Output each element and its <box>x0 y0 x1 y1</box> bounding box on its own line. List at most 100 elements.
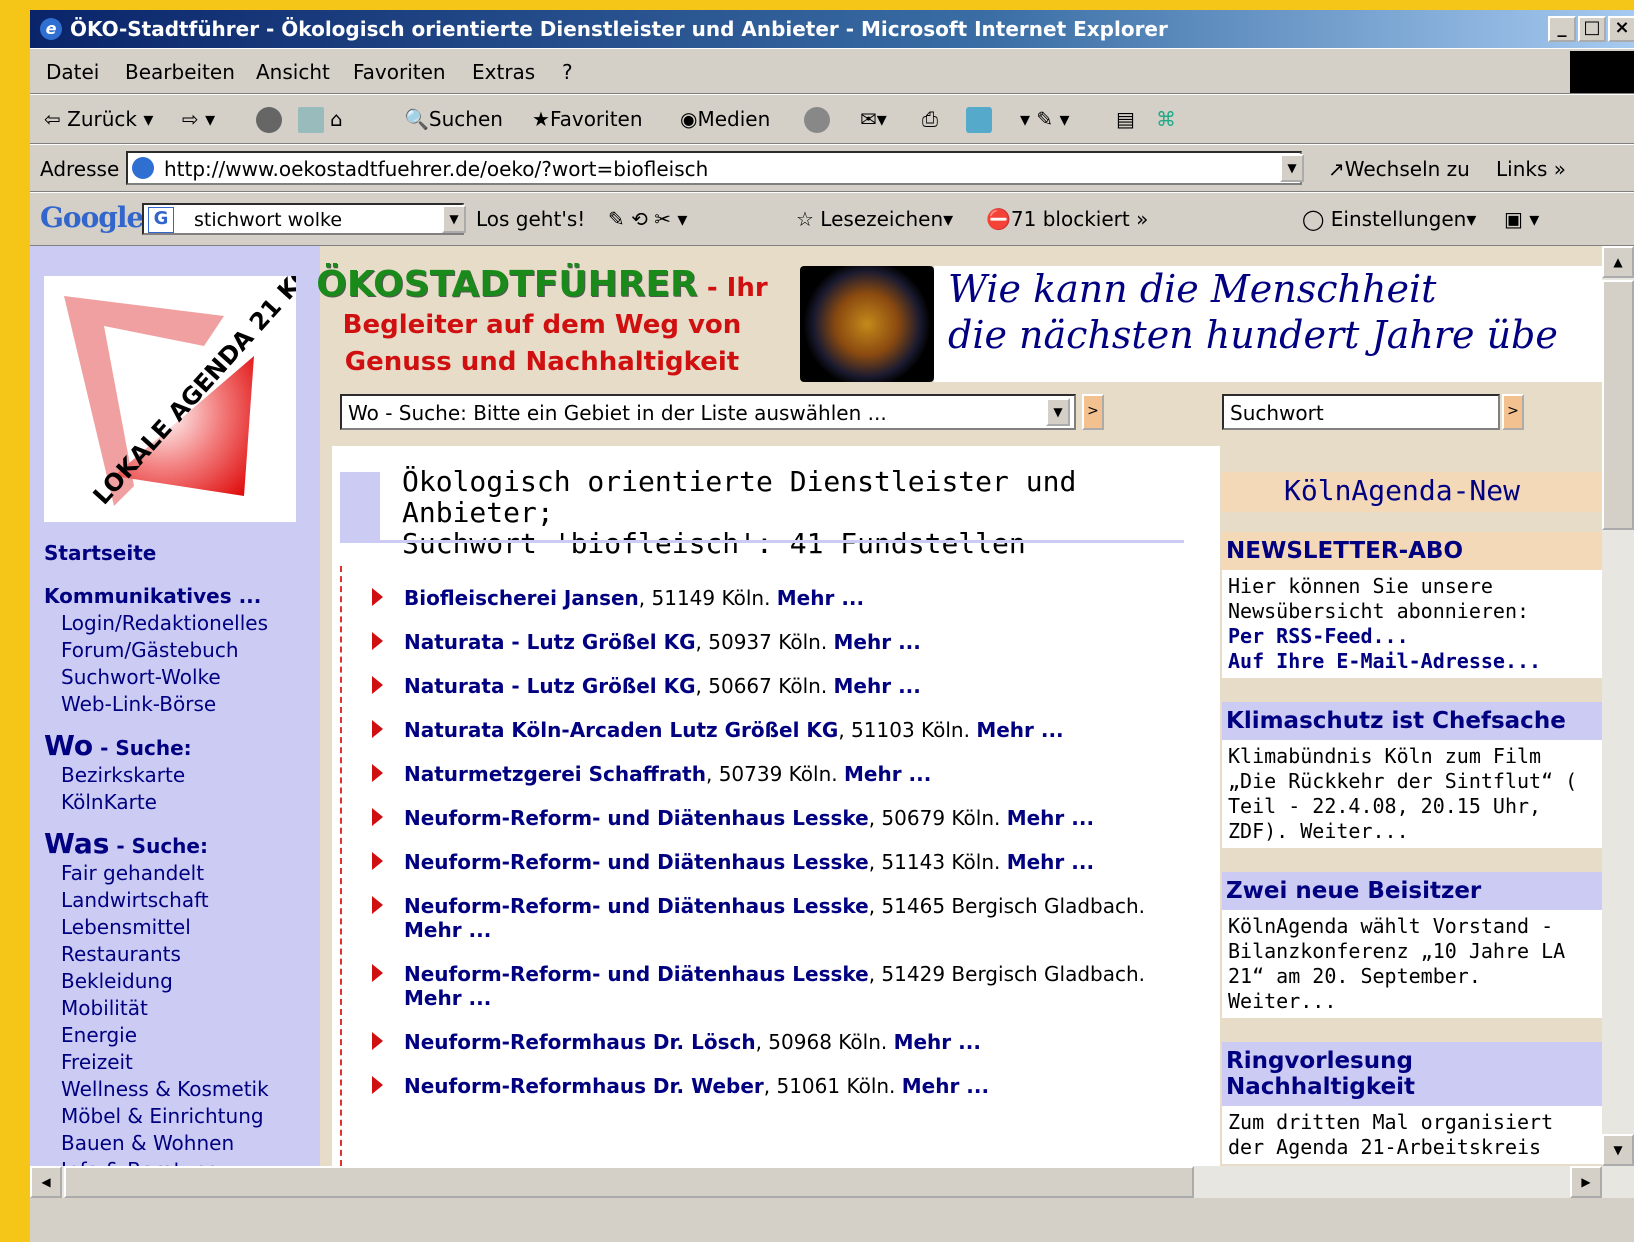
links-button[interactable]: Links » <box>1496 157 1566 181</box>
menu-datei[interactable]: Datei <box>46 60 99 84</box>
refresh-icon[interactable] <box>298 107 324 133</box>
wo-search-select[interactable]: Wo - Suche: Bitte ein Gebiet in der List… <box>340 394 1076 430</box>
horizontal-scrollbar[interactable]: ◀ ▶ <box>30 1166 1634 1198</box>
result-name[interactable]: Naturata - Lutz Größel KG <box>404 630 696 654</box>
nav-info[interactable]: Info & Beratung <box>44 1157 320 1166</box>
vertical-scroll-thumb[interactable] <box>1602 280 1634 530</box>
go-button[interactable]: ↗Wechseln zu <box>1328 157 1470 181</box>
search-button[interactable]: 🔍Suchen <box>404 107 503 131</box>
result-name[interactable]: Neuform-Reform- und Diätenhaus Lesske <box>404 962 869 986</box>
wo-search-go-button[interactable]: > <box>1082 394 1104 430</box>
close-button[interactable]: × <box>1608 16 1634 42</box>
result-name[interactable]: Naturata - Lutz Größel KG <box>404 674 696 698</box>
horizontal-scroll-thumb[interactable] <box>64 1166 1194 1198</box>
result-name[interactable]: Neuform-Reformhaus Dr. Weber <box>404 1074 764 1098</box>
nav-mobilitaet[interactable]: Mobilität <box>44 995 320 1022</box>
more-link[interactable]: Mehr ... <box>902 1074 989 1098</box>
address-input[interactable]: http://www.oekostadtfuehrer.de/oeko/?wor… <box>126 151 1302 185</box>
beisitzer-heading[interactable]: Zwei neue Beisitzer <box>1222 872 1602 910</box>
result-name[interactable]: Neuform-Reform- und Diätenhaus Lesske <box>404 850 869 874</box>
settings-button[interactable]: ◯ Einstellungen▾ <box>1302 207 1476 231</box>
list-item: Neuform-Reform- und Diätenhaus Lesske, 5… <box>372 962 1182 1010</box>
extra-icon[interactable]: ▣ ▾ <box>1504 207 1539 231</box>
back-button[interactable]: ⇦ Zurück ▾ <box>44 107 153 131</box>
home-icon[interactable]: ⌂ <box>330 107 343 131</box>
nav-wellness[interactable]: Wellness & Kosmetik <box>44 1076 320 1103</box>
bullet-icon <box>372 1076 383 1094</box>
nav-lebensmittel[interactable]: Lebensmittel <box>44 914 320 941</box>
nav-forum[interactable]: Forum/Gästebuch <box>44 637 320 664</box>
keyword-search-input[interactable]: Suchwort <box>1222 394 1500 430</box>
history-icon[interactable] <box>804 107 830 133</box>
klimaschutz-text4[interactable]: ZDF). Weiter... <box>1228 819 1596 844</box>
forward-button[interactable]: ⇨ ▾ <box>182 107 215 131</box>
more-link[interactable]: Mehr ... <box>404 918 491 942</box>
result-name[interactable]: Neuform-Reformhaus Dr. Lösch <box>404 1030 756 1054</box>
more-link[interactable]: Mehr ... <box>1007 850 1094 874</box>
nav-login[interactable]: Login/Redaktionelles <box>44 610 320 637</box>
nav-fair-gehandelt[interactable]: Fair gehandelt <box>44 860 320 887</box>
minimize-button[interactable]: _ <box>1548 16 1576 42</box>
nav-energie[interactable]: Energie <box>44 1022 320 1049</box>
menu-bearbeiten[interactable]: Bearbeiten <box>125 60 235 84</box>
result-name[interactable]: Naturmetzgerei Schaffrath <box>404 762 706 786</box>
nav-freizeit[interactable]: Freizeit <box>44 1049 320 1076</box>
menu-help[interactable]: ? <box>562 60 573 84</box>
email-link[interactable]: Auf Ihre E-Mail-Adresse... <box>1228 649 1596 674</box>
menu-extras[interactable]: Extras <box>472 60 535 84</box>
more-link[interactable]: Mehr ... <box>777 586 864 610</box>
more-link[interactable]: Mehr ... <box>404 986 491 1010</box>
result-name[interactable]: Neuform-Reform- und Diätenhaus Lesske <box>404 806 869 830</box>
more-link[interactable]: Mehr ... <box>834 630 921 654</box>
menu-ansicht[interactable]: Ansicht <box>256 60 330 84</box>
ringvorlesung-heading[interactable]: Ringvorlesung Nachhaltigkeit <box>1222 1042 1602 1106</box>
mail-icon[interactable]: ✉▾ <box>860 107 887 131</box>
scroll-up-button[interactable]: ▲ <box>1602 246 1634 278</box>
google-dropdown-button[interactable]: ▼ <box>442 205 466 233</box>
more-link[interactable]: Mehr ... <box>894 1030 981 1054</box>
address-dropdown-button[interactable]: ▼ <box>1280 154 1304 182</box>
nav-suchwort-wolke[interactable]: Suchwort-Wolke <box>44 664 320 691</box>
messenger-icon[interactable] <box>966 107 992 133</box>
nav-kommunikatives[interactable]: Kommunikatives ... <box>44 583 320 610</box>
nav-moebel[interactable]: Möbel & Einrichtung <box>44 1103 320 1130</box>
klimaschutz-heading[interactable]: Klimaschutz ist Chefsache <box>1222 702 1602 740</box>
google-tools-icons[interactable]: ✎ ⟲ ✂ ▾ <box>608 207 687 231</box>
more-link[interactable]: Mehr ... <box>834 674 921 698</box>
favorites-button[interactable]: ★Favoriten <box>532 107 643 131</box>
vertical-scrollbar[interactable]: ▲ ▼ <box>1602 246 1634 1166</box>
more-link[interactable]: Mehr ... <box>1007 806 1094 830</box>
more-link[interactable]: Mehr ... <box>976 718 1063 742</box>
nav-startseite[interactable]: Startseite <box>44 540 320 567</box>
popup-blocker-button[interactable]: ⛔71 blockiert » <box>986 207 1148 231</box>
media-button[interactable]: ◉Medien <box>680 107 770 131</box>
beisitzer-text4[interactable]: Weiter... <box>1228 989 1596 1014</box>
keyword-search-go-button[interactable]: > <box>1502 394 1524 430</box>
google-go-button[interactable]: Los geht's! <box>476 207 585 231</box>
nav-bauen[interactable]: Bauen & Wohnen <box>44 1130 320 1157</box>
network-icon[interactable]: ⌘ <box>1156 107 1176 131</box>
edit-icon[interactable]: ▾ ✎ ▾ <box>1020 107 1070 131</box>
nav-restaurants[interactable]: Restaurants <box>44 941 320 968</box>
more-link[interactable]: Mehr ... <box>844 762 931 786</box>
result-name[interactable]: Neuform-Reform- und Diätenhaus Lesske <box>404 894 869 918</box>
scroll-left-button[interactable]: ◀ <box>30 1166 62 1198</box>
nav-bezirkskarte[interactable]: Bezirkskarte <box>44 762 320 789</box>
nav-koelnkarte[interactable]: KölnKarte <box>44 789 320 816</box>
menu-favoriten[interactable]: Favoriten <box>353 60 446 84</box>
result-name[interactable]: Biofleischerei Jansen <box>404 586 639 610</box>
scroll-down-button[interactable]: ▼ <box>1602 1134 1634 1166</box>
nav-web-link-boerse[interactable]: Web-Link-Börse <box>44 691 320 718</box>
stop-icon[interactable] <box>256 107 282 133</box>
nav-bekleidung[interactable]: Bekleidung <box>44 968 320 995</box>
google-search-input[interactable]: G stichwort wolke <box>142 203 464 235</box>
bookmarks-button[interactable]: ☆ Lesezeichen▾ <box>796 207 953 231</box>
nav-landwirtschaft[interactable]: Landwirtschaft <box>44 887 320 914</box>
print-icon[interactable]: ⎙ <box>922 107 938 131</box>
result-name[interactable]: Naturata Köln-Arcaden Lutz Größel KG <box>404 718 838 742</box>
discuss-icon[interactable]: ▤ <box>1116 107 1135 131</box>
maximize-button[interactable]: □ <box>1578 16 1606 42</box>
wo-select-dropdown-button[interactable]: ▼ <box>1046 398 1070 426</box>
scroll-right-button[interactable]: ▶ <box>1570 1166 1602 1198</box>
rss-feed-link[interactable]: Per RSS-Feed... <box>1228 624 1596 649</box>
